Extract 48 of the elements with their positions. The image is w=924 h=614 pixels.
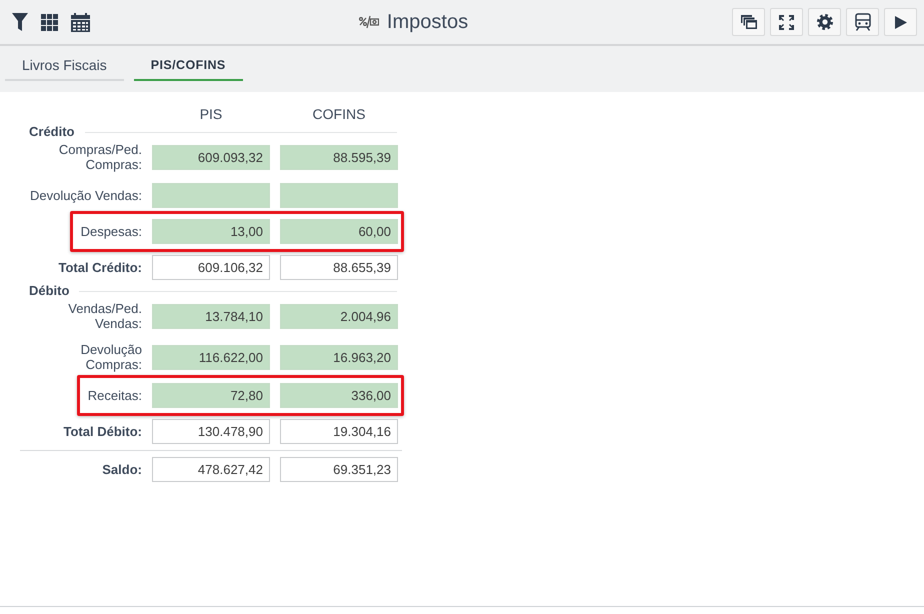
- section-title: Débito: [29, 284, 70, 298]
- field-label: Compras/Ped. Compras:: [58, 142, 142, 172]
- windows-icon: [740, 15, 756, 29]
- column-header: PIS: [198, 106, 224, 122]
- value-field[interactable]: 16.963,20: [280, 344, 398, 370]
- value-field[interactable]: 336,00: [280, 383, 398, 408]
- page-title: Impostos: [386, 10, 468, 34]
- expand-icon: [779, 14, 794, 30]
- field-label: Vendas/Ped. Vendas:: [67, 301, 142, 331]
- settings-button[interactable]: [808, 8, 841, 36]
- expand-button[interactable]: [770, 8, 803, 36]
- play-button[interactable]: [884, 8, 917, 36]
- play-icon: [894, 16, 906, 28]
- field-label: Saldo:: [102, 462, 142, 477]
- value-field[interactable]: 88.595,39: [280, 144, 398, 170]
- percent-bill-icon: [358, 15, 379, 29]
- tab[interactable]: PIS/COFINS: [134, 46, 243, 81]
- total-field: 69.351,23: [280, 457, 398, 482]
- tab[interactable]: Livros Fiscais: [5, 46, 124, 81]
- value-field[interactable]: [152, 183, 270, 208]
- train-button[interactable]: [846, 8, 879, 36]
- settings-icon: [816, 14, 832, 30]
- total-field: 88.655,39: [280, 255, 398, 280]
- filter-icon[interactable]: [12, 13, 28, 31]
- total-field: 609.106,32: [152, 255, 270, 280]
- value-field[interactable]: 72,80: [152, 383, 270, 408]
- value-field[interactable]: [280, 183, 398, 208]
- total-field: 478.627,42: [152, 457, 270, 482]
- field-label: Devolução Vendas:: [30, 188, 142, 203]
- total-field: 130.478,90: [152, 419, 270, 444]
- value-field[interactable]: 116.622,00: [152, 344, 270, 370]
- field-label: Total Débito:: [64, 424, 142, 439]
- field-label: Receitas:: [88, 388, 142, 403]
- value-field[interactable]: 13,00: [152, 219, 270, 244]
- train-icon: [854, 13, 870, 31]
- total-field: 19.304,16: [280, 419, 398, 444]
- grid-icon[interactable]: [41, 14, 58, 30]
- value-field[interactable]: 13.784,10: [152, 304, 270, 328]
- value-field[interactable]: 2.004,96: [280, 304, 398, 328]
- value-field[interactable]: 60,00: [280, 219, 398, 244]
- section-title: Crédito: [29, 125, 74, 139]
- value-field[interactable]: 609.093,32: [152, 144, 270, 170]
- column-header: COFINS: [312, 106, 366, 122]
- field-label: Total Crédito:: [58, 260, 142, 275]
- field-label: Despesas:: [80, 224, 142, 239]
- windows-button[interactable]: [732, 8, 765, 36]
- calendar-icon[interactable]: [71, 12, 90, 32]
- field-label: Devolução Compras:: [80, 342, 142, 372]
